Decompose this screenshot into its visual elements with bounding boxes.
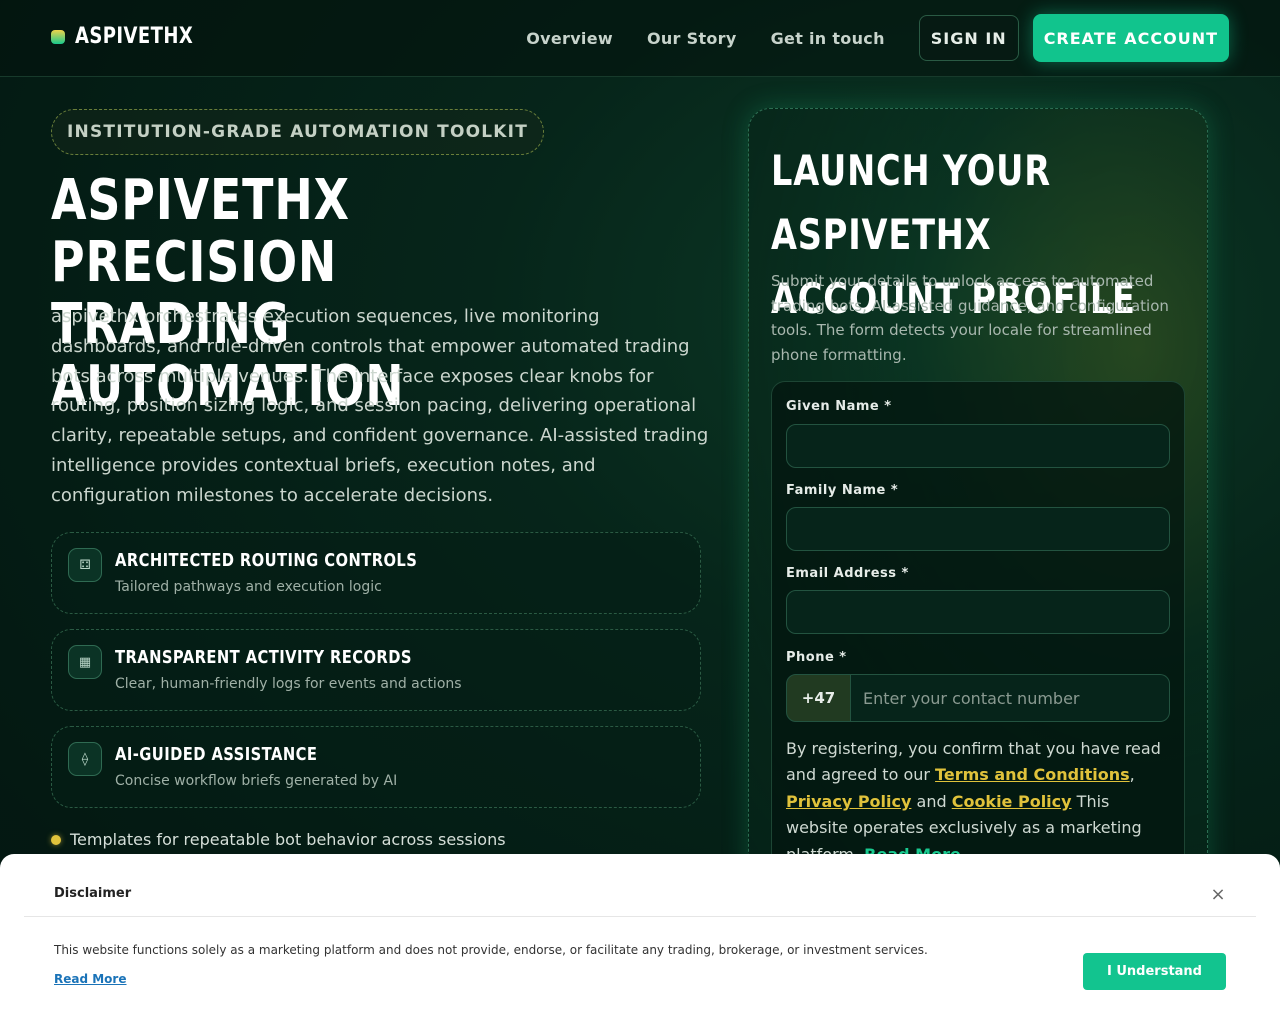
- cookie-link[interactable]: Cookie Policy: [952, 792, 1072, 811]
- nav-link-overview[interactable]: Overview: [526, 29, 613, 48]
- privacy-link[interactable]: Privacy Policy: [786, 792, 911, 811]
- consent-text: By registering, you confirm that you hav…: [786, 736, 1166, 868]
- create-account-button[interactable]: CREATE ACCOUNT: [1032, 14, 1229, 62]
- nav-link-get-in-touch[interactable]: Get in touch: [771, 29, 885, 48]
- phone-input[interactable]: [851, 674, 1170, 722]
- feature-title: AI-GUIDED ASSISTANCE: [115, 744, 318, 765]
- phone-label: Phone *: [786, 650, 847, 665]
- feature-card-records: ▦ TRANSPARENT ACTIVITY RECORDS Clear, hu…: [51, 629, 701, 711]
- consent-and: and: [911, 791, 952, 811]
- hero-title-line1: ASPIVETHX PRECISION: [51, 168, 350, 295]
- phone-country-code[interactable]: +47: [786, 674, 851, 722]
- main-nav: Overview Our Story Get in touch SIGN IN …: [526, 14, 1229, 62]
- routing-icon: ⚃: [68, 548, 102, 582]
- top-navigation-bar: ASPIVETHX Overview Our Story Get in touc…: [0, 0, 1280, 77]
- bullet-dot-icon: [51, 834, 61, 845]
- feature-card-routing: ⚃ ARCHITECTED ROUTING CONTROLS Tailored …: [51, 532, 701, 614]
- terms-link[interactable]: Terms and Conditions: [935, 765, 1130, 784]
- close-icon[interactable]: ×: [1209, 886, 1227, 904]
- disclaimer-title: Disclaimer: [54, 886, 132, 901]
- family-name-label: Family Name *: [786, 483, 899, 498]
- registration-card: LAUNCH YOUR ASPIVETHX ACCOUNT PROFILE Su…: [748, 108, 1208, 941]
- records-icon: ▦: [68, 645, 102, 679]
- consent-comma: ,: [1129, 765, 1135, 785]
- feature-title: ARCHITECTED ROUTING CONTROLS: [115, 550, 418, 571]
- given-name-label: Given Name *: [786, 399, 892, 414]
- given-name-input[interactable]: [786, 424, 1170, 468]
- disclaimer-divider: [24, 916, 1256, 917]
- hero-description: aspivethx orchestrates execution sequenc…: [51, 306, 709, 506]
- i-understand-button[interactable]: I Understand: [1083, 953, 1226, 990]
- feature-title: TRANSPARENT ACTIVITY RECORDS: [115, 647, 412, 668]
- email-label: Email Address *: [786, 566, 909, 581]
- brand-logo[interactable]: ASPIVETHX: [51, 24, 219, 49]
- sign-in-button[interactable]: SIGN IN: [918, 15, 1019, 61]
- feature-card-ai: ⟠ AI-GUIDED ASSISTANCE Concise workflow …: [51, 726, 701, 808]
- family-name-input[interactable]: [786, 507, 1170, 551]
- ai-icon: ⟠: [68, 742, 102, 776]
- email-input[interactable]: [786, 590, 1170, 634]
- nav-link-our-story[interactable]: Our Story: [647, 29, 737, 48]
- form-title-line1: LAUNCH YOUR ASPIVETHX: [771, 146, 1051, 259]
- disclaimer-banner: Disclaimer × This website functions sole…: [0, 854, 1280, 1024]
- brand-name: ASPIVETHX: [75, 24, 194, 49]
- logo-mark-icon: [51, 29, 65, 44]
- feature-subtitle: Concise workflow briefs generated by AI: [115, 773, 398, 789]
- form-description: Submit your details to unlock access to …: [771, 272, 1169, 365]
- bullet-item: Templates for repeatable bot behavior ac…: [51, 830, 506, 849]
- feature-subtitle: Clear, human-friendly logs for events an…: [115, 676, 462, 692]
- bullet-text: Templates for repeatable bot behavior ac…: [70, 830, 506, 849]
- hero-badge: INSTITUTION-GRADE AUTOMATION TOOLKIT: [51, 109, 545, 155]
- disclaimer-text: This website functions solely as a marke…: [54, 943, 928, 957]
- disclaimer-read-more-link[interactable]: Read More: [54, 972, 127, 986]
- feature-subtitle: Tailored pathways and execution logic: [115, 579, 382, 595]
